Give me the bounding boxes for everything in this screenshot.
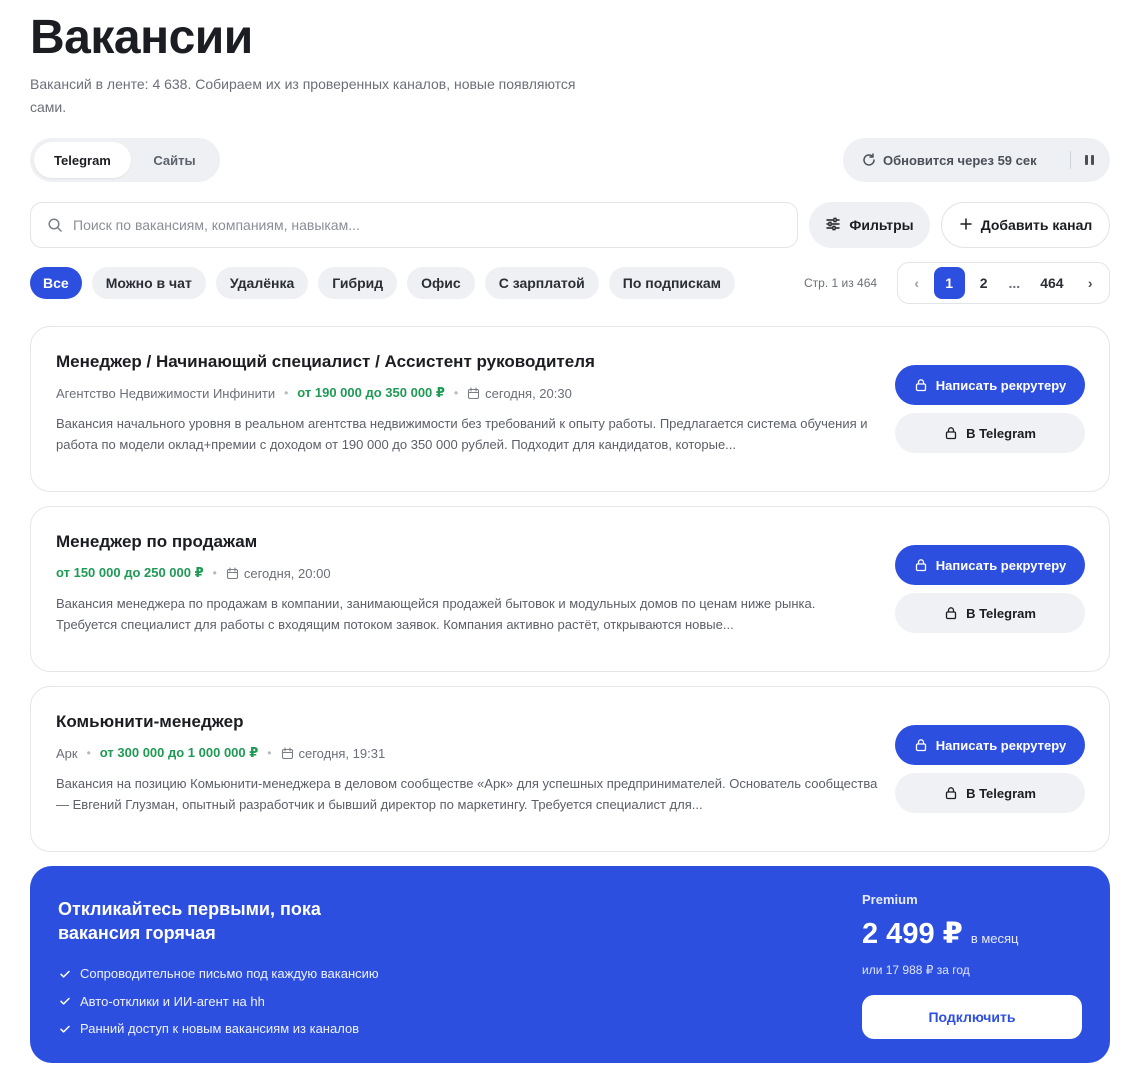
- pagination: ‹ 1 2 ... 464 ›: [897, 262, 1110, 304]
- feature-text: Ранний доступ к новым вакансиям из канал…: [80, 1021, 360, 1037]
- price-amount: 2 499 ₽: [862, 918, 963, 950]
- auto-refresh-indicator: Обновится через 59 сек: [843, 138, 1110, 182]
- filters-label: Фильтры: [849, 217, 914, 233]
- check-icon: [58, 1022, 72, 1036]
- meta-separator: •: [284, 386, 289, 400]
- lock-icon: [914, 738, 928, 752]
- list-item: Сопроводительное письмо под каждую вакан…: [58, 960, 379, 988]
- page-last[interactable]: 464: [1030, 267, 1073, 299]
- lock-icon: [914, 378, 928, 392]
- meta-separator: •: [212, 566, 217, 580]
- check-icon: [58, 994, 72, 1008]
- yearly-price: или 17 988 ₽ за год: [862, 963, 970, 977]
- add-channel-label: Добавить канал: [980, 217, 1093, 233]
- open-telegram-label: В Telegram: [966, 785, 1036, 801]
- source-switch: Telegram Сайты: [30, 138, 220, 182]
- lock-icon: [944, 426, 958, 440]
- refresh-countdown: Обновится через 59 сек: [883, 152, 1037, 168]
- open-telegram-label: В Telegram: [966, 425, 1036, 441]
- job-company: Агентство Недвижимости Инфинити: [56, 385, 276, 401]
- job-salary: от 190 000 до 350 000 ₽: [297, 385, 445, 400]
- sliders-icon: [825, 216, 841, 235]
- page-ellipsis: ...: [1008, 275, 1021, 291]
- page-next[interactable]: 2: [969, 267, 998, 299]
- lock-icon: [944, 786, 958, 800]
- tab-telegram[interactable]: Telegram: [34, 142, 131, 178]
- write-recruiter-label: Написать рекрутеру: [935, 737, 1067, 753]
- chevron-left-icon[interactable]: ‹: [904, 267, 930, 299]
- chip-chat[interactable]: Можно в чат: [91, 267, 206, 299]
- premium-banner: Откликайтесь первыми, пока вакансия горя…: [30, 866, 1110, 1063]
- refresh-icon[interactable]: [861, 152, 877, 168]
- calendar-icon: [281, 746, 294, 760]
- job-meta: Арк • от 300 000 до 1 000 000 ₽ • сегодн…: [56, 745, 385, 761]
- chip-all[interactable]: Все: [30, 267, 82, 299]
- lock-icon: [914, 558, 928, 572]
- filter-chips: Все Можно в чат Удалёнка Гибрид Офис С з…: [30, 267, 735, 299]
- chip-remote[interactable]: Удалёнка: [215, 267, 309, 299]
- price-period: в месяц: [970, 931, 1019, 946]
- job-meta: Агентство Недвижимости Инфинити • от 190…: [56, 385, 572, 401]
- job-card[interactable]: Менеджер по продажам от 150 000 до 250 0…: [30, 506, 1110, 672]
- feature-text: Авто-отклики и ИИ-агент на hh: [80, 993, 265, 1009]
- list-item: Авто-отклики и ИИ-агент на hh: [58, 988, 379, 1016]
- chip-subscriptions[interactable]: По подпискам: [608, 267, 735, 299]
- plan-price: 2 499 ₽ в месяц: [862, 916, 1018, 951]
- check-icon: [58, 967, 72, 981]
- job-description: Вакансия на позицию Комьюнити-менеджера …: [56, 776, 878, 812]
- meta-separator: •: [453, 386, 459, 400]
- page-info: Стр. 1 из 464: [804, 276, 878, 290]
- pause-icon[interactable]: [1085, 155, 1094, 165]
- job-description: Вакансия начального уровня в реальном аг…: [56, 416, 868, 452]
- subscribe-button[interactable]: Подключить: [862, 995, 1082, 1039]
- calendar-icon: [226, 566, 239, 580]
- promo-headline: Откликайтесь первыми, пока вакансия горя…: [58, 899, 321, 943]
- chip-hybrid[interactable]: Гибрид: [318, 267, 398, 299]
- feature-text: Сопроводительное письмо под каждую вакан…: [80, 966, 379, 982]
- promo-features: Сопроводительное письмо под каждую вакан…: [58, 960, 379, 1043]
- lock-icon: [944, 606, 958, 620]
- divider: [1070, 151, 1071, 169]
- plan-name: Premium: [862, 892, 918, 907]
- write-recruiter-label: Написать рекрутеру: [935, 557, 1067, 573]
- open-telegram-button[interactable]: В Telegram: [895, 413, 1085, 453]
- chevron-right-icon[interactable]: ›: [1078, 267, 1104, 299]
- job-salary: от 300 000 до 1 000 000 ₽: [99, 745, 259, 760]
- page-title: Вакансии: [30, 11, 253, 64]
- open-telegram-label: В Telegram: [966, 605, 1036, 621]
- plus-icon: [959, 217, 973, 234]
- write-recruiter-button[interactable]: Написать рекрутеру: [895, 365, 1085, 405]
- page-subtitle: Вакансий в ленте: 4 638. Собираем их из …: [30, 76, 576, 115]
- list-item: Ранний доступ к новым вакансиям из канал…: [58, 1015, 379, 1043]
- job-date: сегодня, 20:30: [485, 385, 572, 401]
- write-recruiter-button[interactable]: Написать рекрутеру: [895, 545, 1085, 585]
- write-recruiter-button[interactable]: Написать рекрутеру: [895, 725, 1085, 765]
- job-salary: от 150 000 до 250 000 ₽: [56, 565, 204, 580]
- chip-office[interactable]: Офис: [407, 267, 475, 299]
- chip-salary[interactable]: С зарплатой: [484, 267, 599, 299]
- job-title[interactable]: Менеджер по продажам: [56, 532, 257, 552]
- job-card[interactable]: Комьюнити-менеджер Арк • от 300 000 до 1…: [30, 686, 1110, 852]
- meta-separator: •: [267, 746, 272, 760]
- add-channel-button[interactable]: Добавить канал: [941, 202, 1110, 248]
- job-company: Арк: [56, 745, 78, 761]
- write-recruiter-label: Написать рекрутеру: [935, 377, 1067, 393]
- tab-sites[interactable]: Сайты: [133, 142, 216, 178]
- search-icon: [47, 217, 63, 233]
- job-meta: от 150 000 до 250 000 ₽ • сегодня, 20:00: [56, 565, 331, 581]
- job-date: сегодня, 20:00: [243, 565, 331, 581]
- open-telegram-button[interactable]: В Telegram: [895, 593, 1085, 633]
- page-current[interactable]: 1: [933, 267, 965, 299]
- job-date: сегодня, 19:31: [298, 745, 386, 761]
- job-title[interactable]: Комьюнити-менеджер: [56, 712, 243, 732]
- filters-button[interactable]: Фильтры: [809, 202, 930, 248]
- job-card[interactable]: Менеджер / Начинающий специалист / Ассис…: [30, 326, 1110, 492]
- calendar-icon: [467, 386, 480, 400]
- open-telegram-button[interactable]: В Telegram: [895, 773, 1085, 813]
- job-title[interactable]: Менеджер / Начинающий специалист / Ассис…: [56, 352, 595, 372]
- search-input[interactable]: Поиск по вакансиям, компаниям, навыкам..…: [30, 202, 798, 248]
- meta-separator: •: [86, 746, 91, 760]
- job-description: Вакансия менеджера по продажам в компани…: [56, 596, 816, 632]
- search-placeholder: Поиск по вакансиям, компаниям, навыкам..…: [73, 217, 360, 233]
